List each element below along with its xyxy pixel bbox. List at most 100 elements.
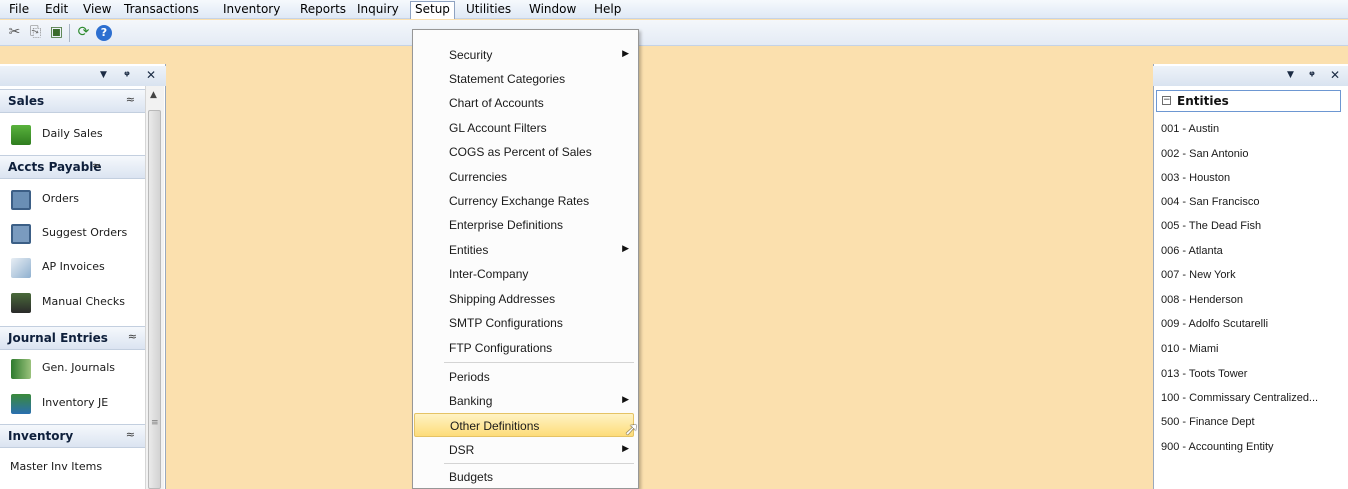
menu-item-gl-account-filters[interactable]: GL Account Filters [413,116,637,140]
entity-item[interactable]: 004 - San Francisco [1161,196,1259,208]
entity-item[interactable]: 900 - Accounting Entity [1161,441,1274,453]
collapse-icon[interactable]: ≈ [92,159,101,172]
nav-item-label: Inventory JE [42,396,109,409]
menu-item-inter-company[interactable]: Inter-Company [413,262,637,286]
entity-item[interactable]: 010 - Miami [1161,343,1218,355]
menu-edit[interactable]: Edit [41,2,72,18]
menu-item-dsr[interactable]: DSR ▶ [413,438,637,462]
entity-item[interactable]: 002 - San Antonio [1161,148,1248,160]
menu-help[interactable]: Help [590,2,625,18]
menu-item-other-definitions[interactable]: Other Definitions [414,413,634,437]
menu-item-security[interactable]: Security ▶ [413,43,637,67]
menu-item-label: Entities [449,243,489,257]
refresh-icon[interactable]: ⟳ [75,24,92,41]
group-sales[interactable]: Sales ≈ [0,89,145,113]
nav-item-daily-sales[interactable]: Daily Sales [0,118,145,152]
scroll-grip-icon: ≡ [151,418,159,428]
submenu-arrow-icon: ▶ [622,444,629,454]
menu-item-label: Other Definitions [450,419,540,433]
group-inventory-label: Inventory [8,429,74,443]
menu-item-periods[interactable]: Periods [413,365,637,389]
menu-reports[interactable]: Reports [296,2,350,18]
nav-scroll-thumb[interactable] [148,110,161,489]
menu-item-label: DSR [449,443,475,457]
nav-item-label: Daily Sales [42,127,103,140]
menu-item-label: Banking [449,394,493,408]
menu-inventory[interactable]: Inventory [219,2,284,18]
menu-item-shipping-addresses[interactable]: Shipping Addresses [413,287,637,311]
menu-view[interactable]: View [79,2,115,18]
nav-item-inventory-je[interactable]: Inventory JE [0,387,145,421]
ap-invoices-icon [11,258,31,278]
menu-item-label: Periods [449,370,490,384]
menu-item-label: Security [449,48,493,62]
scissors-icon[interactable]: ✂ [6,24,23,41]
menu-item-label: Enterprise Definitions [449,218,564,232]
menu-separator [444,362,634,363]
menu-item-budgets[interactable]: Budgets [413,465,637,489]
entities-tree-root[interactable]: − Entities [1156,90,1341,112]
group-inventory[interactable]: Inventory ≈ [0,424,145,448]
entity-item[interactable]: 500 - Finance Dept [1161,416,1255,428]
toolbar: ✂ ⎘ ▣ ⟳ ? [0,20,1348,46]
entity-item[interactable]: 001 - Austin [1161,123,1219,135]
menu-item-statement-categories[interactable]: Statement Categories [413,67,637,91]
close-icon[interactable]: ✕ [146,68,156,82]
menu-item-cogs-percent[interactable]: COGS as Percent of Sales [413,140,637,164]
entity-item[interactable]: 006 - Atlanta [1161,245,1223,257]
submenu-arrow-icon: ▶ [622,244,629,254]
menu-item-chart-of-accounts[interactable]: Chart of Accounts [413,91,637,115]
menu-item-currencies[interactable]: Currencies [413,165,637,189]
nav-item-manual-checks[interactable]: Manual Checks [0,286,145,320]
entity-item[interactable]: 003 - Houston [1161,172,1230,184]
collapse-icon[interactable]: ≈ [126,428,135,441]
collapse-icon[interactable]: ≈ [128,330,137,343]
entity-item[interactable]: 013 - Toots Tower [1161,368,1247,380]
nav-item-suggest-orders[interactable]: Suggest Orders [0,217,145,251]
menu-item-smtp-configurations[interactable]: SMTP Configurations [413,311,637,335]
menu-item-label: COGS as Percent of Sales [449,145,592,159]
menu-item-currency-exchange-rates[interactable]: Currency Exchange Rates [413,189,637,213]
nav-item-ap-invoices[interactable]: AP Invoices [0,251,145,285]
scroll-up-icon[interactable]: ▲ [150,90,157,100]
nav-item-label: Suggest Orders [42,226,128,239]
collapse-icon[interactable]: ≈ [126,93,135,106]
nav-item-master-inv-items[interactable]: Master Inv Items [0,451,145,485]
nav-item-gen-journals[interactable]: Gen. Journals [0,352,145,386]
menu-file[interactable]: File [5,2,33,18]
nav-item-orders[interactable]: Orders [0,183,145,217]
pane-menu-icon[interactable]: ▼ [100,70,107,80]
menu-item-ftp-configurations[interactable]: FTP Configurations [413,336,637,360]
nav-item-label: AP Invoices [42,260,105,273]
help-icon[interactable]: ? [96,25,112,41]
menu-utilities[interactable]: Utilities [462,2,515,18]
pin-icon[interactable]: ᵠ [124,68,130,82]
nav-item-label: Master Inv Items [10,460,103,473]
entity-item[interactable]: 009 - Adolfo Scutarelli [1161,318,1268,330]
pane-menu-icon[interactable]: ▼ [1287,70,1294,80]
menu-separator [444,463,634,464]
menu-window[interactable]: Window [525,2,580,18]
group-sales-label: Sales [8,94,45,108]
close-icon[interactable]: ✕ [1330,68,1340,82]
menu-transactions[interactable]: Transactions [120,2,203,18]
menu-item-enterprise-definitions[interactable]: Enterprise Definitions [413,213,637,237]
entity-item[interactable]: 100 - Commissary Centralized... [1161,392,1318,404]
navigation-pane-header: ▼ ᵠ ✕ [0,66,166,86]
entity-item[interactable]: 005 - The Dead Fish [1161,220,1261,232]
nav-item-label: Orders [42,192,79,205]
group-accts-payable-label: Accts Payable [8,160,102,174]
entity-item[interactable]: 007 - New York [1161,269,1236,281]
menu-setup[interactable]: Setup [410,1,455,19]
menu-item-banking[interactable]: Banking ▶ [413,389,637,413]
collapse-box-icon[interactable]: − [1162,96,1171,105]
menu-inquiry[interactable]: Inquiry [353,2,403,18]
pin-icon[interactable]: ᵠ [1309,68,1315,82]
copy-icon[interactable]: ⎘ [27,24,44,41]
group-journal-entries[interactable]: Journal Entries ≈ [0,326,145,350]
group-accts-payable[interactable]: Accts Payable ≈ [0,155,145,179]
entity-item[interactable]: 008 - Henderson [1161,294,1243,306]
menu-bar: File Edit View Transactions Inventory Re… [0,0,1348,19]
paste-icon[interactable]: ▣ [48,24,65,41]
menu-item-entities[interactable]: Entities ▶ [413,238,637,262]
